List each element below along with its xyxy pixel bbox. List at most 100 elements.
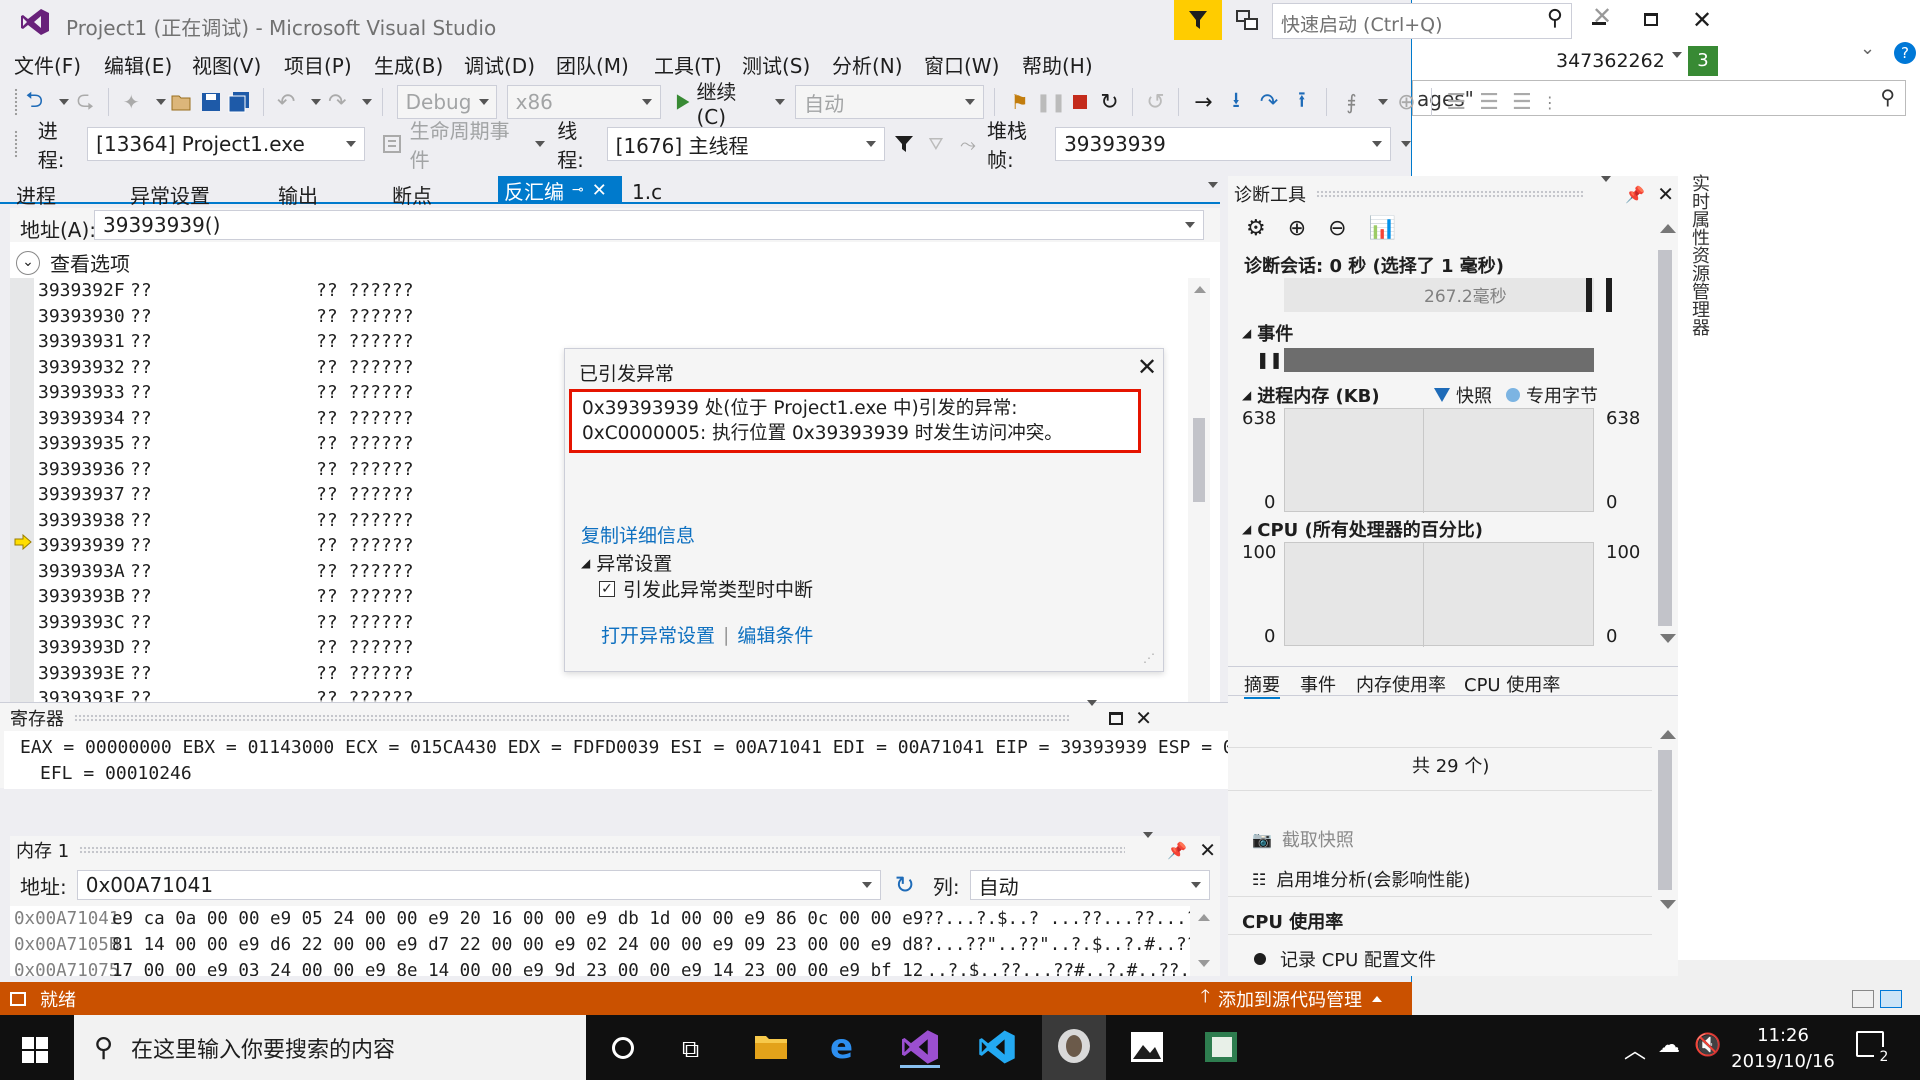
open-exception-settings-link[interactable]: 打开异常设置 <box>601 621 715 648</box>
process-dropdown[interactable]: [13364] Project1.exe <box>87 127 366 161</box>
registers-dropdown-icon[interactable] <box>1079 700 1098 730</box>
apply-code-changes-icon[interactable]: ↺ <box>1143 90 1168 115</box>
bg-chevron-icon[interactable]: ⌄ <box>1860 38 1875 59</box>
active-app-taskbar-icon[interactable] <box>1042 1015 1106 1080</box>
continue-dropdown-icon[interactable] <box>775 99 786 105</box>
events-pause-icon[interactable]: ❚❚ <box>1256 350 1283 369</box>
menu-file[interactable]: 文件(F) <box>14 50 81 79</box>
disassembly-row[interactable]: 39393939?? ?? ?????? <box>38 533 414 559</box>
heap-profiling-button[interactable]: ☷ 启用堆分析(会影响性能) <box>1252 866 1470 892</box>
photos-taskbar-icon[interactable] <box>1130 1031 1164 1063</box>
disassembly-scroll-thumb[interactable] <box>1193 418 1205 502</box>
tab-exception-settings[interactable]: 异常设置 <box>130 180 210 209</box>
diag-close-icon[interactable]: ✕ <box>1657 182 1674 206</box>
notification-badge[interactable]: 3 <box>1688 46 1718 76</box>
feedback-filter-icon[interactable] <box>1174 0 1222 40</box>
thread-dropdown[interactable]: [1676] 主线程 <box>606 127 885 161</box>
bg-help-icon[interactable]: ? <box>1894 42 1916 64</box>
open-file-icon[interactable] <box>170 92 195 112</box>
memory-refresh-icon[interactable]: ↻ <box>895 871 915 899</box>
show-next-statement-icon[interactable]: → <box>1189 90 1218 115</box>
disassembly-row[interactable]: 39393935?? ?? ?????? <box>38 431 414 457</box>
memory-row[interactable]: 0x00A71075 17 00 00 e9 03 24 00 00 e9 8e … <box>14 958 1190 976</box>
continue-button[interactable]: 继续(C) <box>675 76 763 129</box>
step-into-icon[interactable]: ⭳ <box>1222 83 1251 121</box>
registers-maximize-icon[interactable] <box>1109 711 1124 725</box>
diag-dropdown-icon[interactable] <box>1593 176 1612 206</box>
disassembly-row[interactable]: 39393933?? ?? ?????? <box>38 380 414 406</box>
disassembly-row[interactable]: 39393934?? ?? ?????? <box>38 406 414 432</box>
menu-team[interactable]: 团队(M) <box>556 50 629 79</box>
disassembly-row[interactable]: 3939393E?? ?? ?????? <box>38 661 414 687</box>
tab-close-icon[interactable]: ✕ <box>592 180 607 201</box>
copy-details-link[interactable]: 复制详细信息 <box>581 521 695 548</box>
menu-build[interactable]: 生成(B) <box>374 50 443 79</box>
tab-breakpoints[interactable]: 断点 <box>392 180 432 209</box>
task-view-icon[interactable]: ⧉ <box>682 1035 699 1063</box>
disassembly-row[interactable]: 3939393D?? ?? ?????? <box>38 635 414 661</box>
vscode-taskbar-icon[interactable] <box>978 1029 1016 1065</box>
find-icon[interactable]: ⚑ <box>1005 90 1034 114</box>
collapse-triangle-icon[interactable]: ◢ <box>581 556 590 570</box>
start-windows-icon[interactable] <box>22 1037 48 1063</box>
tab-processes[interactable]: 进程 <box>16 180 56 209</box>
cortana-icon[interactable] <box>612 1037 634 1059</box>
align-center-icon[interactable]: ☰ <box>1475 90 1504 115</box>
break-on-exception-option[interactable]: ✓ 引发此异常类型时中断 <box>599 575 813 602</box>
toolbar-overflow-icon[interactable]: ⋮ <box>1540 93 1559 112</box>
clock[interactable]: 11:26 2019/10/16 <box>1728 1023 1838 1075</box>
taskbar-search-box[interactable]: ⚲ 在这里输入你要搜索的内容 <box>74 1015 586 1080</box>
events-header[interactable]: ◢ 事件 <box>1242 320 1293 346</box>
tab-output[interactable]: 输出 <box>278 180 318 209</box>
memory-row[interactable]: 0x00A7105B 81 14 00 00 e9 d6 22 00 00 e9 … <box>14 932 1190 958</box>
new-project-icon[interactable]: ✦ <box>119 90 144 114</box>
bg-view-icons[interactable] <box>1852 990 1912 1012</box>
network-icon[interactable]: ☁ <box>1658 1033 1680 1058</box>
diag-scroll-thumb[interactable] <box>1658 250 1672 626</box>
account-name[interactable]: 347362262 <box>1556 50 1665 72</box>
disassembly-row[interactable]: 3939393C?? ?? ?????? <box>38 610 414 636</box>
show-hidden-icons-chevron-icon[interactable]: ︿ <box>1624 1033 1646 1065</box>
menu-help[interactable]: 帮助(H) <box>1022 50 1093 79</box>
cpu-chart[interactable] <box>1284 542 1594 647</box>
align-right-icon[interactable]: ☰ <box>1507 90 1536 115</box>
disassembly-row[interactable]: 39393937?? ?? ?????? <box>38 482 414 508</box>
address-input[interactable]: 39393939() <box>94 210 1204 240</box>
menu-project[interactable]: 项目(P) <box>284 50 352 79</box>
back-dropdown-icon[interactable] <box>58 99 69 105</box>
save-all-icon[interactable] <box>228 91 253 113</box>
disassembly-scrollbar[interactable] <box>1188 278 1210 702</box>
diag-tab-cpu-usage[interactable]: CPU 使用率 <box>1464 671 1560 697</box>
align-left-icon[interactable]: ☰ <box>1442 90 1471 115</box>
menu-edit[interactable]: 编辑(E) <box>104 50 172 79</box>
app-taskbar-icon[interactable] <box>1204 1031 1238 1063</box>
solution-config-dropdown[interactable]: Debug <box>396 85 497 119</box>
thread-filter-icon[interactable] <box>891 134 917 154</box>
tab-disassembly[interactable]: 反汇编 ⊸ ✕ <box>498 176 622 204</box>
send-feedback-icon[interactable] <box>1234 8 1260 34</box>
memory-scrollbar[interactable] <box>1192 906 1214 976</box>
exception-close-icon[interactable]: ✕ <box>1137 353 1157 381</box>
close-button[interactable]: ✕ <box>1692 6 1712 34</box>
memory-pin-icon[interactable]: 📌 <box>1167 841 1187 860</box>
disassembly-row[interactable]: 3939393B?? ?? ?????? <box>38 584 414 610</box>
add-to-source-control[interactable]: 添加到源代码管理 <box>1218 986 1362 1012</box>
solution-platform-dropdown[interactable]: x86 <box>506 85 662 119</box>
exception-settings-section[interactable]: ◢ 异常设置 <box>581 549 672 576</box>
process-memory-header[interactable]: ◢ 进程内存 (KB) <box>1242 382 1380 408</box>
toolbar2-overflow-icon[interactable] <box>1401 141 1411 147</box>
menu-debug[interactable]: 调试(D) <box>464 50 535 79</box>
take-snapshot-button[interactable]: 📷 截取快照 <box>1252 826 1354 852</box>
disassembly-row[interactable]: 39393936?? ?? ?????? <box>38 457 414 483</box>
save-icon[interactable] <box>199 92 224 112</box>
reset-view-icon[interactable]: 📊 <box>1369 216 1396 241</box>
hex-dropdown-icon[interactable] <box>1378 99 1388 105</box>
disassembly-row[interactable]: 39393930?? ?? ?????? <box>38 304 414 330</box>
zoom-out-icon[interactable]: ⊖ <box>1328 216 1346 241</box>
disassembly-row[interactable]: 39393938?? ?? ?????? <box>38 508 414 534</box>
bg-close-button[interactable]: ✕ <box>1592 2 1612 30</box>
maximize-button[interactable] <box>1644 13 1658 26</box>
registers-close-icon[interactable]: ✕ <box>1135 706 1152 730</box>
volume-muted-icon[interactable]: 🔇 <box>1694 1033 1721 1058</box>
disassembly-row[interactable]: 3939392F?? ?? ?????? <box>38 278 414 304</box>
